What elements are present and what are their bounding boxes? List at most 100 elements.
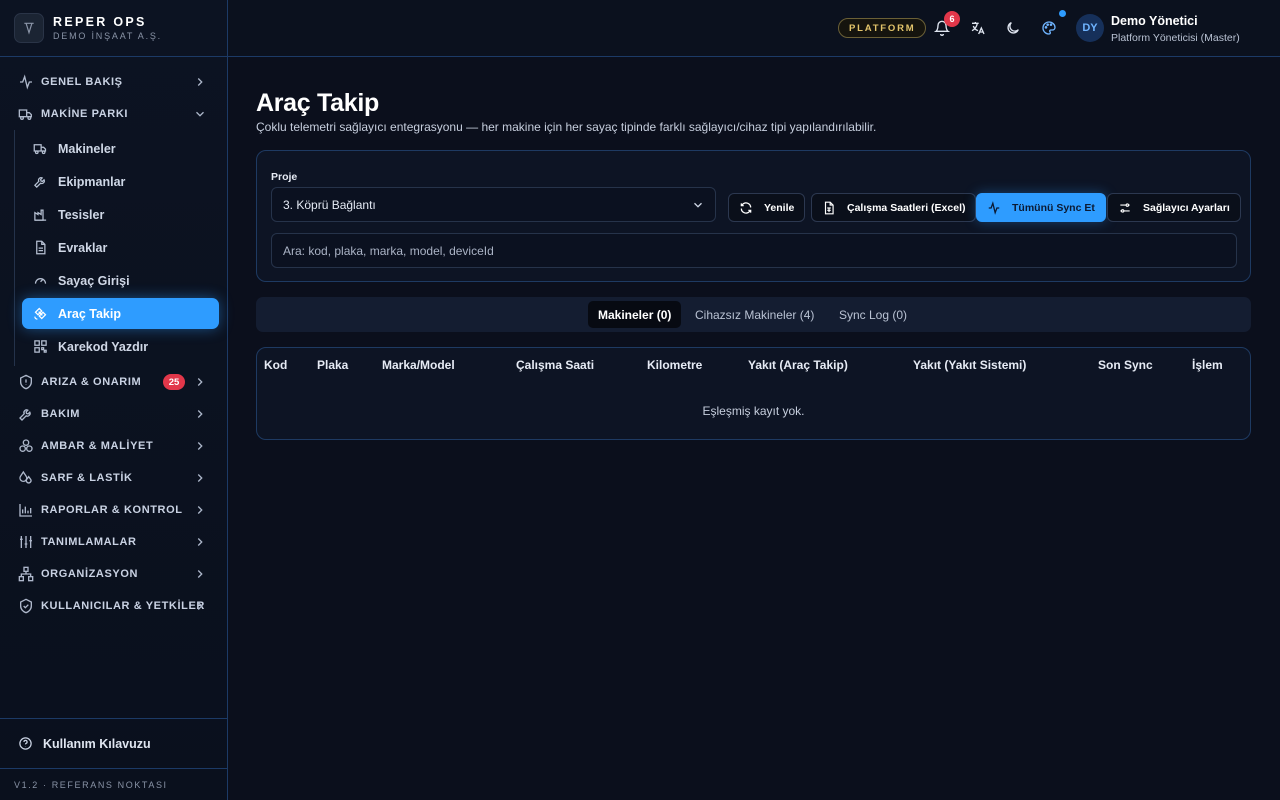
- sidebar-item-ambar-maliyet[interactable]: AMBAR & MALİYET: [0, 430, 227, 462]
- provider-settings-label: Sağlayıcı Ayarları: [1143, 201, 1230, 214]
- chevron-right-icon: [197, 538, 203, 546]
- notification-count-badge: 6: [944, 11, 960, 27]
- tab-cihazsiz-makineler[interactable]: Cihazsız Makineler (4): [685, 301, 824, 328]
- sliders-icon: [20, 536, 32, 548]
- sidebar-item-ariza-onarim[interactable]: ARIZA & ONARIM 25: [0, 366, 227, 398]
- platform-badge[interactable]: PLATFORM: [838, 18, 927, 38]
- shield-alert-icon: [20, 374, 32, 390]
- sidebar-item-evraklar[interactable]: Evraklar: [22, 232, 219, 263]
- sidebar-item-sarf-lastik[interactable]: SARF & LASTİK: [0, 462, 227, 494]
- top-header: PLATFORM 6 DY Demo Yönetici Platform Yön…: [228, 0, 1280, 57]
- sidebar-item-raporlar-kontrol[interactable]: RAPORLAR & KONTROL: [0, 494, 227, 526]
- factory-icon: [34, 209, 47, 221]
- provider-settings-button[interactable]: Sağlayıcı Ayarları: [1107, 193, 1241, 222]
- chevron-right-icon: [197, 506, 203, 514]
- activity-icon: [988, 200, 1000, 215]
- column-header[interactable]: Kod: [264, 358, 287, 372]
- page-description: Çoklu telemetri sağlayıcı entegrasyonu —…: [256, 120, 877, 134]
- project-select[interactable]: 3. Köprü Bağlantı: [271, 187, 716, 222]
- sidebar-item-label: AMBAR & MALİYET: [41, 440, 154, 452]
- sidebar-item-makine-parki[interactable]: MAKİNE PARKI: [0, 98, 227, 130]
- work-hours-excel-button[interactable]: Çalışma Saatleri (Excel): [811, 193, 977, 222]
- palette-indicator-dot: [1059, 10, 1066, 17]
- avatar[interactable]: DY: [1076, 14, 1104, 42]
- sidebar-item-label: RAPORLAR & KONTROL: [41, 504, 183, 516]
- moon-icon[interactable]: [1005, 20, 1021, 36]
- sidebar-nav: GENEL BAKIŞ MAKİNE PARKI Makineler Ekipm…: [0, 57, 227, 622]
- column-header[interactable]: Kilometre: [647, 358, 702, 372]
- sidebar-item-tesisler[interactable]: Tesisler: [22, 199, 219, 230]
- sync-all-label: Tümünü Sync Et: [1012, 201, 1095, 214]
- wrench-icon: [19, 409, 31, 421]
- sidebar-item-label: TANIMLAMALAR: [41, 536, 137, 548]
- column-header[interactable]: Çalışma Saati: [516, 358, 594, 372]
- user-name[interactable]: Demo Yönetici: [1111, 14, 1198, 28]
- sidebar-item-makineler[interactable]: Makineler: [22, 133, 219, 164]
- chevron-right-icon: [197, 570, 203, 578]
- chevron-down-icon: [694, 202, 702, 208]
- user-role: Platform Yöneticisi (Master): [1111, 32, 1240, 44]
- empty-state-message: Eşleşmiş kayıt yok.: [702, 404, 805, 418]
- sidebar-item-kullanicilar-yetkiler[interactable]: KULLANICILAR & YETKİLER: [0, 590, 227, 622]
- satellite-icon: [34, 307, 47, 320]
- refresh-icon: [740, 201, 752, 214]
- sync-all-button[interactable]: Tümünü Sync Et: [976, 193, 1106, 222]
- sidebar-item-label: KULLANICILAR & YETKİLER: [41, 600, 205, 612]
- column-header[interactable]: Yakıt (Araç Takip): [748, 358, 848, 372]
- logo-icon: [14, 13, 44, 43]
- work-hours-label: Çalışma Saatleri (Excel): [847, 201, 966, 214]
- sidebar-item-label: MAKİNE PARKI: [41, 108, 129, 120]
- help-link[interactable]: Kullanım Kılavuzu: [0, 718, 227, 768]
- page-title: Araç Takip: [256, 89, 379, 117]
- column-header[interactable]: İşlem: [1192, 358, 1223, 372]
- help-circle-icon: [19, 737, 32, 750]
- sidebar-item-organizasyon[interactable]: ORGANİZASYON: [0, 558, 227, 590]
- version-label: V1.2 · REFERANS NOKTASI: [0, 768, 227, 800]
- sidebar-item-label: Evraklar: [58, 240, 108, 255]
- main-content: Araç Takip Çoklu telemetri sağlayıcı ent…: [228, 57, 1280, 800]
- spreadsheet-icon: [824, 201, 834, 214]
- chevron-right-icon: [197, 602, 203, 610]
- qr-code-icon: [34, 340, 47, 353]
- sidebar-item-karekod-yazdir[interactable]: Karekod Yazdır: [22, 331, 219, 362]
- truck-icon: [18, 109, 32, 120]
- chevron-right-icon: [197, 410, 203, 418]
- truck-icon: [33, 144, 47, 155]
- sidebar-item-label: ARIZA & ONARIM: [41, 376, 142, 388]
- refresh-button[interactable]: Yenile: [728, 193, 806, 222]
- palette-icon[interactable]: [1041, 20, 1057, 36]
- sidebar-footer: Kullanım Kılavuzu V1.2 · REFERANS NOKTAS…: [0, 718, 227, 800]
- shield-check-icon: [20, 598, 32, 614]
- bar-chart-icon: [19, 504, 32, 517]
- sidebar-item-sayac-girisi[interactable]: Sayaç Girişi: [22, 265, 219, 296]
- column-header[interactable]: Yakıt (Yakıt Sistemi): [913, 358, 1026, 372]
- brand-subtitle: DEMO İNŞAAT A.Ş.: [53, 31, 162, 41]
- sidebar-item-bakim[interactable]: BAKIM: [0, 398, 227, 430]
- tab-sync-log[interactable]: Sync Log (0): [829, 301, 917, 328]
- sidebar-item-label: Makineler: [58, 141, 116, 156]
- sidebar-item-label: Sayaç Girişi: [58, 273, 130, 288]
- chevron-right-icon: [197, 378, 203, 386]
- search-input[interactable]: Ara: kod, plaka, marka, model, deviceId: [271, 233, 1237, 268]
- sidebar-item-arac-takip[interactable]: Araç Takip: [22, 298, 219, 329]
- translate-icon[interactable]: [970, 20, 986, 36]
- column-header[interactable]: Son Sync: [1098, 358, 1153, 372]
- network-icon: [18, 566, 34, 582]
- brand[interactable]: REPER OPS DEMO İNŞAAT A.Ş.: [0, 0, 227, 57]
- chevron-down-icon: [196, 111, 204, 117]
- sidebar-item-tanimlamalar[interactable]: TANIMLAMALAR: [0, 526, 227, 558]
- sidebar: REPER OPS DEMO İNŞAAT A.Ş. GENEL BAKIŞ M…: [0, 0, 228, 800]
- count-badge: 25: [163, 374, 185, 390]
- column-header[interactable]: Plaka: [317, 358, 348, 372]
- column-header[interactable]: Marka/Model: [382, 358, 455, 372]
- refresh-label: Yenile: [764, 201, 795, 214]
- sidebar-item-genel-bakis[interactable]: GENEL BAKIŞ: [0, 66, 227, 98]
- boxes-icon: [19, 439, 33, 452]
- sidebar-item-label: GENEL BAKIŞ: [41, 76, 123, 88]
- sidebar-item-ekipmanlar[interactable]: Ekipmanlar: [22, 166, 219, 197]
- tab-makineler[interactable]: Makineler (0): [588, 301, 682, 328]
- sidebar-item-label: ORGANİZASYON: [41, 568, 139, 580]
- chevron-right-icon: [197, 78, 203, 86]
- filter-card: Proje 3. Köprü Bağlantı Yenile Çalışma S…: [256, 150, 1251, 282]
- chevron-right-icon: [197, 442, 203, 450]
